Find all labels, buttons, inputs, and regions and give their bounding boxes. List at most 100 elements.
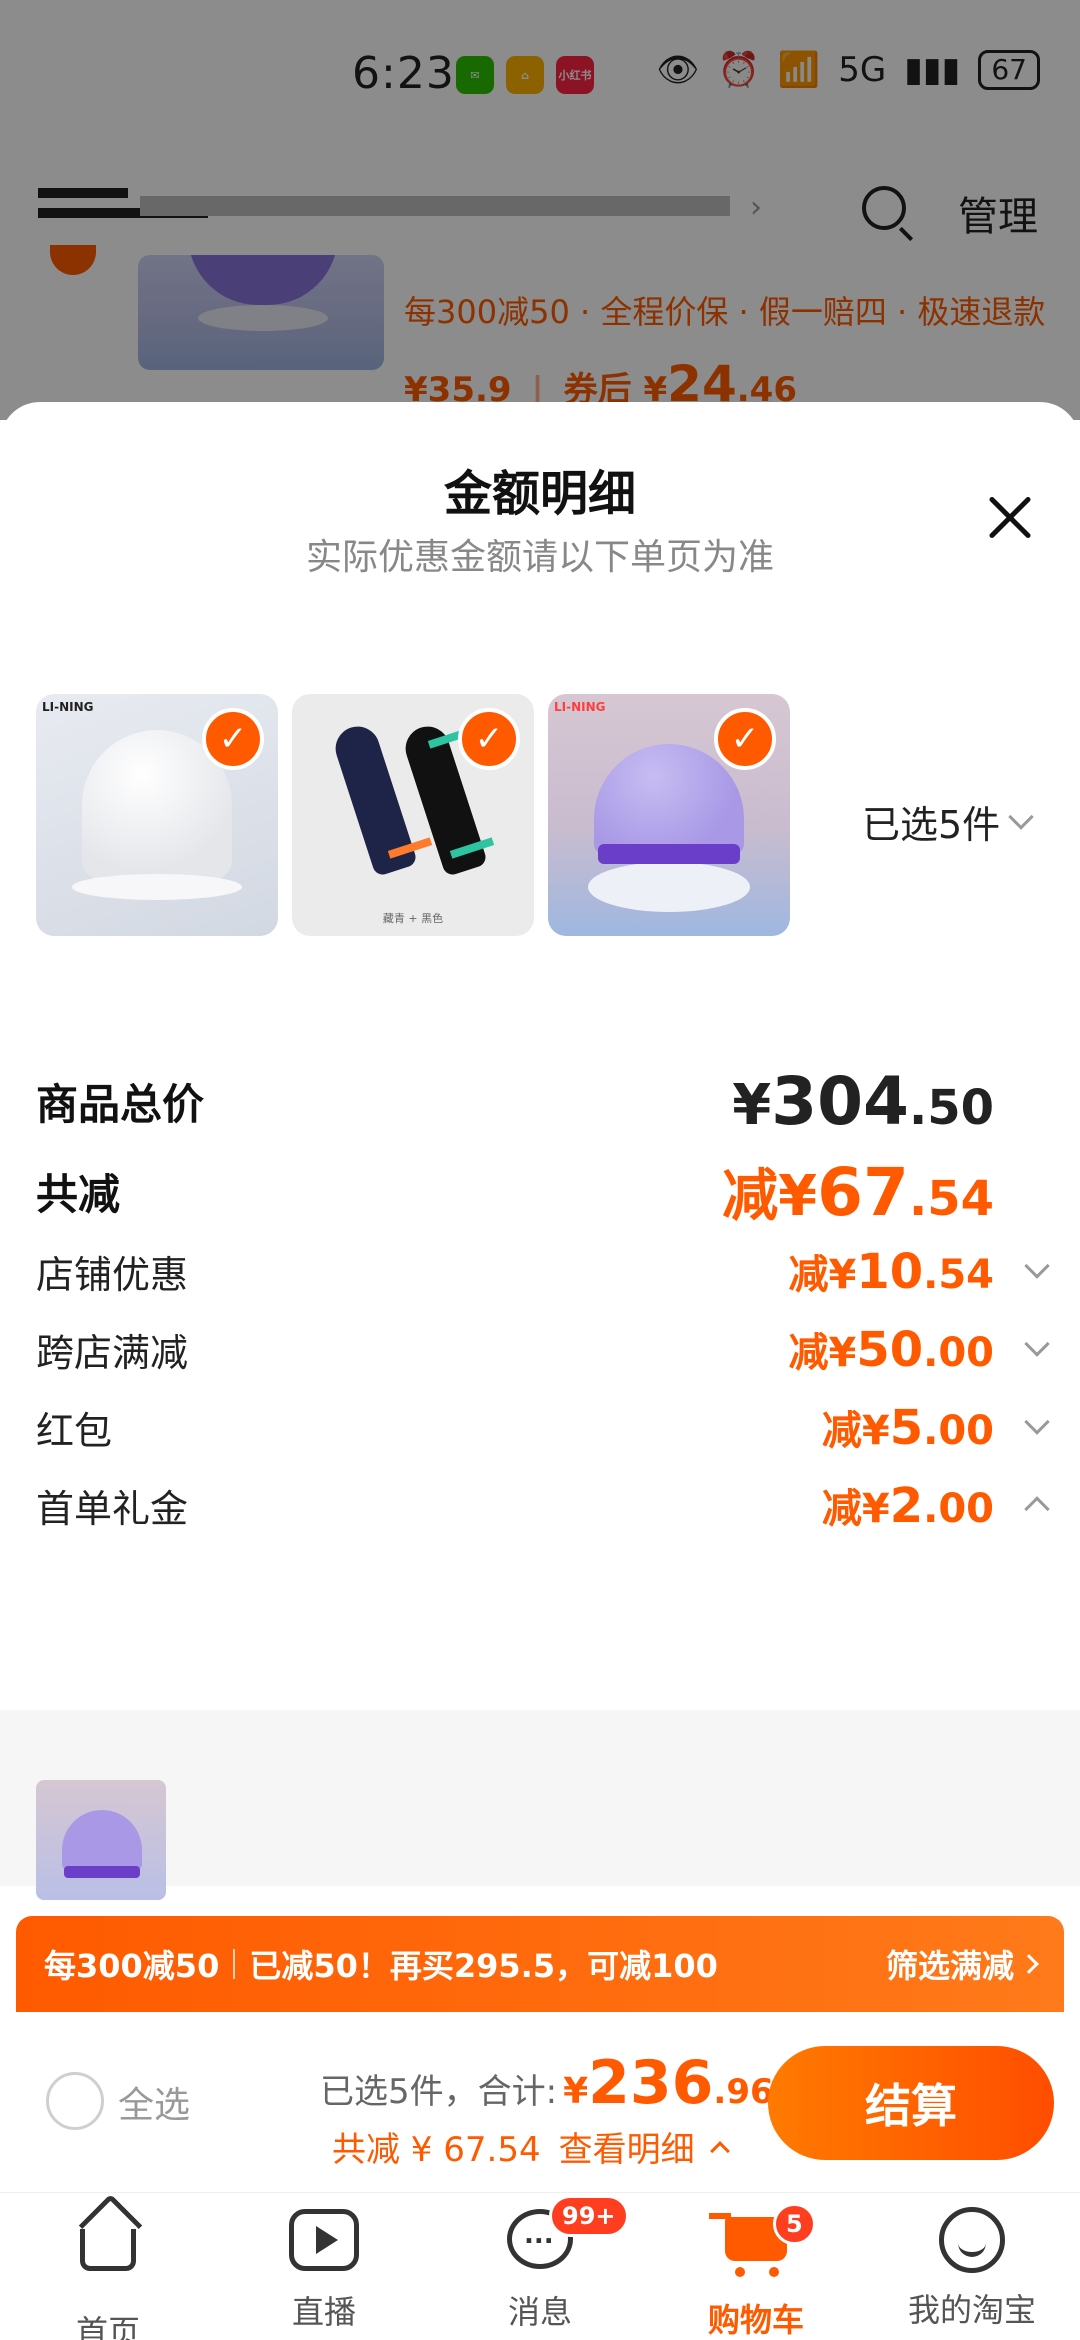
value-int: 50 xyxy=(856,1322,924,1378)
item-thumbnail-purple-cap[interactable]: LI-NING ✓ xyxy=(548,694,790,936)
value-int: 5 xyxy=(889,1400,924,1456)
wechat-icon: ✉ xyxy=(456,56,494,94)
check-icon[interactable]: ✓ xyxy=(458,708,520,770)
row-store-discount[interactable]: 店铺优惠 减¥ 10.54 xyxy=(36,1236,1050,1306)
select-all-label[interactable]: 全选 xyxy=(118,2076,190,2128)
tab-my-taobao[interactable]: 我的淘宝 xyxy=(872,2203,1072,2333)
item-check-icon[interactable] xyxy=(50,245,96,275)
cart-badge: 5 xyxy=(773,2203,816,2245)
tab-label: 直播 xyxy=(291,2293,356,2331)
tab-live[interactable]: 直播 xyxy=(224,2203,424,2333)
row-value: 减¥ 5.00 xyxy=(822,1398,994,1456)
thumbnail-caption: 藏青 + 黑色 xyxy=(382,912,444,925)
tab-cart[interactable]: 5 购物车 xyxy=(656,2203,856,2339)
value-prefix: 减¥ xyxy=(821,1486,890,1532)
bottom-tab-bar: 首页 直播 99+ 消息 5 购物车 我的淘宝 xyxy=(0,2192,1080,2340)
row-value: 减¥ 2.00 xyxy=(822,1476,994,1534)
check-icon[interactable]: ✓ xyxy=(202,708,264,770)
row-first-order-gift[interactable]: 首单礼金 减¥ 2.00 xyxy=(36,1470,1050,1540)
wifi-icon: 📶 xyxy=(777,50,821,90)
promo-rule: 每300减50 xyxy=(44,1947,220,1985)
selected-count-label: 已选5件 xyxy=(862,803,1001,847)
row-label: 共减 xyxy=(36,1169,121,1219)
value-prefix: 减¥ xyxy=(788,1330,857,1376)
signal-icon: ▮▮▮ xyxy=(904,50,961,90)
chevron-up-icon[interactable] xyxy=(1024,1496,1050,1522)
row-label: 商品总价 xyxy=(36,1079,205,1129)
search-icon[interactable] xyxy=(862,186,906,230)
status-right: 👁 ⏰ 📶 5G ▮▮▮ 67 xyxy=(656,50,1040,90)
saved-line[interactable]: 共减 ¥ 67.54 查看明细 xyxy=(332,2122,730,2171)
value-prefix: ¥ xyxy=(732,1072,772,1138)
tab-label: 首页 xyxy=(75,2313,140,2340)
taobao-icon: ⌂ xyxy=(506,56,544,94)
row-total-price: 商品总价 ¥304.50 xyxy=(36,1063,1046,1140)
value-dec: .54 xyxy=(923,1252,994,1298)
brand-logo: LI-NING xyxy=(42,700,94,714)
chevron-down-icon[interactable] xyxy=(1024,1331,1050,1357)
value-dec: .54 xyxy=(908,1170,994,1227)
checkout-button[interactable]: 结算 xyxy=(768,2046,1054,2160)
row-red-packet[interactable]: 红包 减¥ 5.00 xyxy=(36,1392,1050,1462)
row-cross-store-discount[interactable]: 跨店满减 减¥ 50.00 xyxy=(36,1314,1050,1384)
tab-label: 购物车 xyxy=(707,2301,804,2339)
details-link[interactable]: 查看明细 xyxy=(559,2122,695,2171)
gift-item-thumbnail xyxy=(36,1780,166,1900)
alarm-icon: ⏰ xyxy=(717,50,760,90)
saved-text: 共减 ¥ 67.54 xyxy=(332,2130,541,2170)
value-dec: .00 xyxy=(923,1486,994,1532)
check-icon[interactable]: ✓ xyxy=(714,708,776,770)
close-icon[interactable] xyxy=(982,490,1038,546)
tab-messages[interactable]: 99+ 消息 xyxy=(440,2195,640,2333)
total-line: 已选5件，合计: ¥236.96 xyxy=(320,2048,774,2118)
value-prefix: 减¥ xyxy=(722,1163,818,1229)
tab-home[interactable]: 首页 xyxy=(8,2203,208,2340)
tab-label: 我的淘宝 xyxy=(907,2291,1036,2329)
chevron-down-icon[interactable] xyxy=(1024,1409,1050,1435)
row-value: 减¥ 50.00 xyxy=(789,1320,995,1378)
tab-label: 消息 xyxy=(507,2293,572,2331)
select-all-radio[interactable] xyxy=(46,2072,104,2130)
message-badge: 99+ xyxy=(549,2195,629,2237)
filter-label: 筛选满减 xyxy=(885,1947,1014,1985)
total-label: 已选5件，合计: xyxy=(320,2072,558,2112)
home-icon xyxy=(80,2229,136,2271)
total-int: 236 xyxy=(588,2048,714,2118)
blurred-address xyxy=(38,188,128,198)
network-label: 5G xyxy=(838,50,887,90)
eye-icon: 👁 xyxy=(656,50,700,90)
cart-item-preview: 每300减50 · 全程价保 · 假一赔四 · 极速退款 ¥35.9 | 券后 … xyxy=(16,245,1076,425)
promo-message: 已减50！再买295.5，可减100 xyxy=(249,1947,718,1985)
value-prefix: 减¥ xyxy=(788,1252,857,1298)
row-label: 店铺优惠 xyxy=(36,1252,189,1297)
value-dec: .50 xyxy=(908,1079,994,1136)
chevron-right-icon[interactable]: › xyxy=(750,190,762,225)
item-thumbnail-white-cap[interactable]: LI-NING ✓ xyxy=(36,694,278,936)
manage-button[interactable]: 管理 xyxy=(958,184,1038,242)
item-tags: 每300减50 · 全程价保 · 假一赔四 · 极速退款 xyxy=(404,293,1046,331)
filter-discount-link[interactable]: 筛选满减 xyxy=(885,1941,1039,1987)
live-icon xyxy=(289,2209,359,2271)
battery-icon: 67 xyxy=(978,50,1040,90)
total-currency: ¥ xyxy=(563,2071,589,2112)
cart-header: › 管理 xyxy=(0,170,1080,260)
value-dec: .00 xyxy=(923,1330,994,1376)
background-page: 6:23 ✉ ⌂ 小红书 👁 ⏰ 📶 5G ▮▮▮ 67 › 管理 每300减5… xyxy=(0,0,1080,425)
status-time: 6:23 xyxy=(352,48,455,99)
sheet-subtitle: 实际优惠金额请以下单页为准 xyxy=(305,537,774,578)
total-dec: .96 xyxy=(713,2072,774,2112)
value-int: 67 xyxy=(817,1153,909,1231)
chevron-down-icon[interactable] xyxy=(1024,1253,1050,1279)
brand-logo: LI-NING xyxy=(554,700,606,714)
row-total-discount: 共减 减¥ 67.54 xyxy=(36,1154,1046,1231)
sheet-title: 金额明细 xyxy=(443,466,636,522)
item-thumbnail-socks[interactable]: 藏青 + 黑色 ✓ xyxy=(292,694,534,936)
value-int: 10 xyxy=(856,1244,924,1300)
xiaohongshu-icon: 小红书 xyxy=(556,56,594,94)
checkout-bar: 全选 已选5件，合计: ¥236.96 共减 ¥ 67.54 查看明细 结算 xyxy=(0,2012,1080,2192)
selected-count-toggle[interactable]: 已选5件 xyxy=(862,794,1034,849)
row-value: 减¥ 67.54 xyxy=(722,1151,994,1232)
promo-banner[interactable]: 每300减50 已减50！再买295.5，可减100 筛选满减 xyxy=(16,1916,1064,2012)
row-value: 减¥ 10.54 xyxy=(789,1242,995,1300)
value-int: 304 xyxy=(771,1062,909,1140)
